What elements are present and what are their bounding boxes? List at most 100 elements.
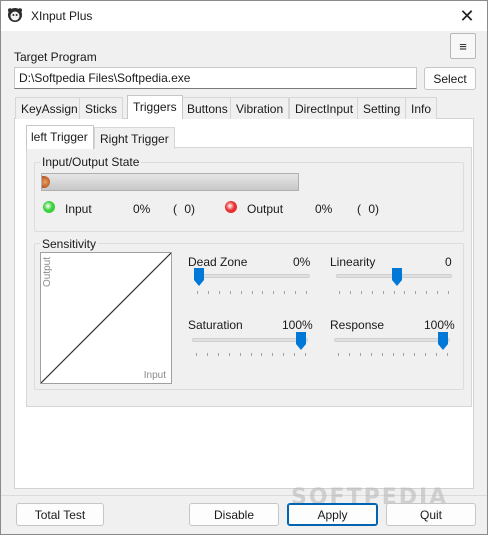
slider-tick xyxy=(196,353,197,356)
dead-zone-label: Dead Zone xyxy=(188,255,248,269)
slider-tick xyxy=(426,291,428,294)
slider-tick xyxy=(306,291,307,294)
slider-tick xyxy=(283,353,285,356)
hamburger-menu-icon: ≡ xyxy=(459,38,467,54)
linearity-value: 0 xyxy=(445,255,452,269)
dead-zone-slider-track[interactable] xyxy=(194,274,310,278)
slider-tick xyxy=(370,353,372,356)
slider-tick xyxy=(250,353,252,356)
target-program-path-input[interactable]: D:\Softpedia Files\Softpedia.exe xyxy=(14,67,417,89)
tab-directinput[interactable]: DirectInput xyxy=(289,97,360,119)
menu-button[interactable]: ≡ xyxy=(450,33,476,59)
sensitivity-curve-graph: Output Input xyxy=(40,252,172,384)
input-raw-value: ( 0) xyxy=(173,202,195,216)
slider-tick xyxy=(425,353,427,356)
total-test-button[interactable]: Total Test xyxy=(16,503,104,526)
saturation-slider-track[interactable] xyxy=(192,338,308,342)
target-program-label: Target Program xyxy=(14,50,97,64)
close-icon: ✕ xyxy=(459,5,475,26)
tab-setting[interactable]: Setting xyxy=(357,97,407,119)
slider-tick xyxy=(197,291,198,294)
dead-zone-slider-thumb[interactable] xyxy=(194,268,204,286)
slider-tick xyxy=(229,291,231,294)
slider-tick xyxy=(436,353,438,356)
slider-tick xyxy=(392,353,394,356)
slider-tick xyxy=(217,353,219,356)
slider-tick xyxy=(284,291,286,294)
slider-tick xyxy=(371,291,373,294)
slider-tick xyxy=(359,353,361,356)
slider-tick xyxy=(447,353,448,356)
slider-tick xyxy=(393,291,395,294)
slider-tick xyxy=(240,291,242,294)
response-label: Response xyxy=(330,318,385,332)
title-bar: XInput Plus ✕ xyxy=(1,1,487,31)
slider-tick xyxy=(437,291,439,294)
io-state-title: Input/Output State xyxy=(40,155,142,169)
curve-line xyxy=(40,252,172,384)
slider-tick xyxy=(207,291,209,294)
trigger-level-fill xyxy=(42,176,50,188)
linearity-slider-thumb[interactable] xyxy=(392,268,402,286)
slider-tick xyxy=(382,291,384,294)
slider-tick xyxy=(403,353,405,356)
response-slider-track[interactable] xyxy=(334,338,450,342)
close-button[interactable]: ✕ xyxy=(447,1,487,31)
slider-tick xyxy=(206,353,208,356)
tab-keyassign[interactable]: KeyAssign xyxy=(15,97,84,119)
linearity-ticks xyxy=(339,291,449,295)
slider-tick xyxy=(294,353,296,356)
slider-tick xyxy=(381,353,383,356)
input-label: Input xyxy=(65,202,92,216)
output-percent: 0% xyxy=(315,202,333,216)
select-button[interactable]: Select xyxy=(424,67,476,90)
slider-tick xyxy=(305,353,306,356)
linearity-label: Linearity xyxy=(330,255,376,269)
curve-output-axis-label: Output xyxy=(42,257,53,288)
slider-tick xyxy=(262,291,264,294)
input-percent: 0% xyxy=(133,202,151,216)
response-ticks xyxy=(338,353,448,357)
trigger-level-bar xyxy=(41,173,299,191)
curve-input-axis-label: Input xyxy=(143,370,166,381)
slider-tick xyxy=(218,291,220,294)
disable-button[interactable]: Disable xyxy=(189,503,279,526)
subtab-left-trigger[interactable]: left Trigger xyxy=(26,125,94,149)
slider-tick xyxy=(228,353,230,356)
app-gamepad-icon xyxy=(8,8,22,22)
tab-triggers[interactable]: Triggers xyxy=(127,95,183,119)
slider-tick xyxy=(414,353,416,356)
slider-tick xyxy=(239,353,241,356)
slider-tick xyxy=(272,353,274,356)
response-value: 100% xyxy=(424,318,455,332)
sensitivity-curve xyxy=(40,252,172,384)
slider-tick xyxy=(261,353,263,356)
slider-tick xyxy=(404,291,406,294)
slider-tick xyxy=(448,291,449,294)
tab-info[interactable]: Info xyxy=(405,97,438,119)
saturation-value: 100% xyxy=(282,318,313,332)
slider-tick xyxy=(273,291,275,294)
saturation-slider-thumb[interactable] xyxy=(296,332,306,350)
tab-buttons[interactable]: Buttons xyxy=(181,97,234,119)
slider-tick xyxy=(339,291,340,294)
output-label: Output xyxy=(247,202,284,216)
tab-sticks[interactable]: Sticks xyxy=(79,97,124,119)
subtab-right-trigger[interactable]: Right Trigger xyxy=(94,127,175,149)
response-slider-thumb[interactable] xyxy=(438,332,448,350)
slider-tick xyxy=(295,291,297,294)
input-indicator-icon xyxy=(43,201,55,213)
saturation-label: Saturation xyxy=(188,318,243,332)
dead-zone-ticks xyxy=(197,291,307,295)
window-title: XInput Plus xyxy=(31,9,93,23)
slider-tick xyxy=(338,353,339,356)
quit-button[interactable]: Quit xyxy=(386,503,476,526)
slider-tick xyxy=(251,291,253,294)
slider-tick xyxy=(415,291,417,294)
saturation-ticks xyxy=(196,353,306,357)
slider-tick xyxy=(348,353,350,356)
output-raw-value: ( 0) xyxy=(357,202,379,216)
slider-tick xyxy=(349,291,351,294)
tab-vibration[interactable]: Vibration xyxy=(230,97,290,119)
apply-button[interactable]: Apply xyxy=(287,503,378,526)
